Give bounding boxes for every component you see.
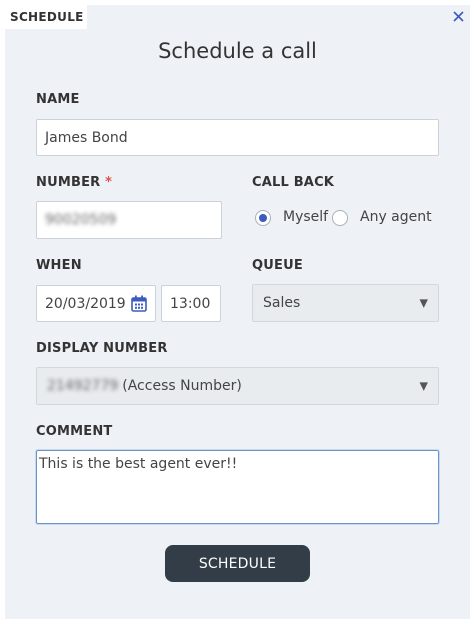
name-value: James Bond xyxy=(45,129,128,146)
chevron-down-icon: ▼ xyxy=(419,379,428,393)
page-title: Schedule a call xyxy=(158,39,317,63)
queue-select[interactable]: Sales ▼ xyxy=(252,284,439,322)
name-field[interactable]: James Bond xyxy=(36,119,439,156)
schedule-button[interactable]: SCHEDULE xyxy=(165,545,310,582)
radio-any-agent[interactable] xyxy=(332,210,348,226)
tab-schedule[interactable]: SCHEDULE xyxy=(5,5,87,29)
comment-label: COMMENT xyxy=(36,424,113,439)
required-marker: * xyxy=(105,175,113,190)
radio-selected-dot xyxy=(259,214,267,222)
close-icon xyxy=(452,10,464,22)
time-field[interactable]: 13:00 xyxy=(161,285,221,322)
display-number-label: DISPLAY NUMBER xyxy=(36,341,168,356)
display-number-value: 21492779 xyxy=(47,378,119,394)
number-label: NUMBER * xyxy=(36,175,113,190)
when-label: WHEN xyxy=(36,258,82,273)
radio-any-agent-label[interactable]: Any agent xyxy=(360,209,432,225)
radio-myself-label[interactable]: Myself xyxy=(283,209,328,225)
radio-myself[interactable] xyxy=(255,210,271,226)
callback-label: CALL BACK xyxy=(252,175,335,190)
tab-schedule-label: SCHEDULE xyxy=(10,10,84,24)
chevron-down-icon: ▼ xyxy=(419,296,428,310)
display-number-select[interactable]: 21492779 (Access Number) ▼ xyxy=(36,367,439,405)
date-field[interactable]: 20/03/2019 xyxy=(36,285,156,322)
number-field[interactable]: 90020509 xyxy=(36,201,222,239)
number-value: 90020509 xyxy=(45,212,117,228)
comment-value: This is the best agent ever!! xyxy=(39,456,238,472)
queue-value: Sales xyxy=(263,295,301,311)
queue-label: QUEUE xyxy=(252,258,303,273)
name-label: NAME xyxy=(36,92,80,107)
display-number-suffix: (Access Number) xyxy=(122,378,242,394)
time-value: 13:00 xyxy=(170,295,211,312)
calendar-icon[interactable] xyxy=(131,295,147,312)
close-button[interactable] xyxy=(451,9,465,23)
schedule-button-label: SCHEDULE xyxy=(198,555,277,572)
schedule-panel: SCHEDULE Schedule a call NAME James Bond… xyxy=(5,5,470,619)
comment-textarea[interactable]: This is the best agent ever!! xyxy=(35,449,440,525)
date-value: 20/03/2019 xyxy=(45,295,126,312)
